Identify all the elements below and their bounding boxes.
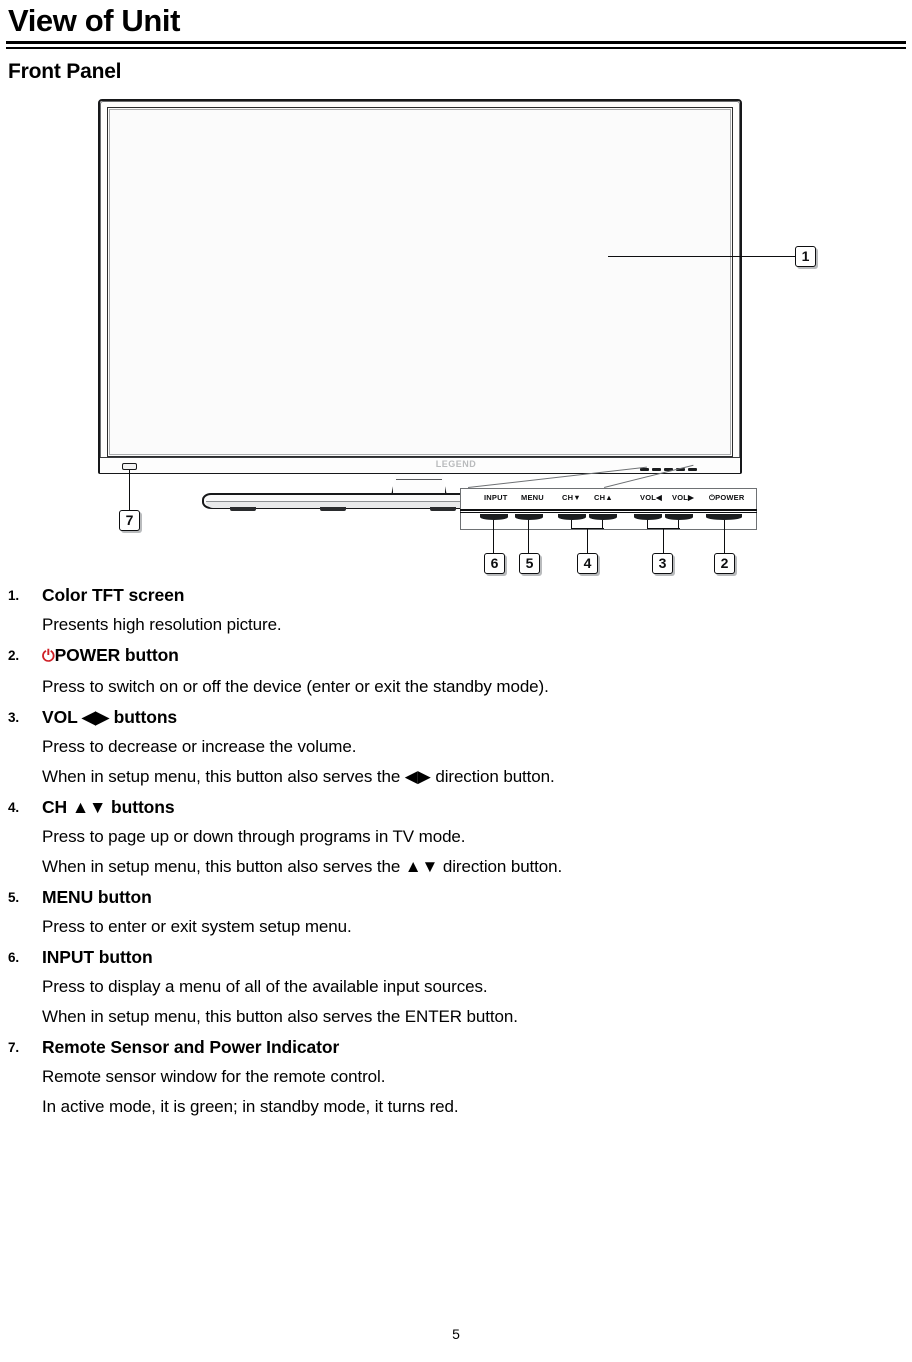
tv-stand-foot-left [230, 507, 256, 511]
control-panel-rule-thin [460, 512, 757, 513]
power-icon: ⏻ [42, 648, 55, 665]
list-item-3-heading: 3. VOL ◀▶ buttons [0, 702, 912, 732]
callout-3-leader-stem [663, 528, 665, 554]
callout-3: 3 [652, 553, 673, 574]
front-panel-figure: LEGEND 1 7 [0, 95, 912, 580]
callout-6-leader [493, 520, 495, 554]
callout-4-leader-stem [587, 528, 589, 554]
tv-stand-foot-midright [430, 507, 456, 511]
list-item-5-title: MENU button [42, 887, 152, 907]
list-item-2: 2. ⏻POWER button Press to switch on or o… [0, 640, 912, 702]
list-item-1-line-1: Presents high resolution picture. [42, 615, 282, 634]
page-title: View of Unit [8, 3, 181, 38]
panel-label-vol-up: VOL▶ [672, 493, 694, 502]
list-item-3-title: VOL ◀▶ buttons [42, 707, 178, 727]
list-item-4-heading: 4. CH ▲▼ buttons [0, 792, 912, 822]
list-item-6-heading: 6. INPUT button [0, 942, 912, 972]
list-item-1-title: Color TFT screen [42, 585, 185, 605]
list-item-3-line-1: Press to decrease or increase the volume… [42, 737, 357, 756]
list-item-7-line-1: Remote sensor window for the remote cont… [42, 1067, 386, 1086]
list-item-7-title: Remote Sensor and Power Indicator [42, 1037, 340, 1057]
remote-sensor-window [122, 463, 137, 470]
list-item-5-heading: 5. MENU button [0, 882, 912, 912]
callout-7-leader [129, 470, 131, 512]
callout-1-leader [608, 256, 802, 258]
tv-screen [107, 107, 733, 457]
callout-4: 4 [577, 553, 598, 574]
callout-1: 1 [795, 246, 816, 267]
list-item-4-line-2: When in setup menu, this button also ser… [42, 857, 563, 876]
list-item-3-number: 3. [8, 710, 20, 725]
panel-label-ch-down: CH▼ [562, 493, 581, 502]
title-underline-top [6, 41, 906, 44]
list-item-6: 6. INPUT button Press to display a menu … [0, 942, 912, 1032]
list-item-7-heading: 7. Remote Sensor and Power Indicator [0, 1032, 912, 1062]
callout-6: 6 [484, 553, 505, 574]
list-item-2-heading: 2. ⏻POWER button [0, 640, 912, 672]
list-item-6-title: INPUT button [42, 947, 153, 967]
list-item-5-line-1: Press to enter or exit system setup menu… [42, 917, 352, 936]
tv-stand-foot-midleft [320, 507, 346, 511]
bezel-button-power [688, 468, 697, 471]
panel-label-menu: MENU [521, 493, 544, 502]
panel-label-vol-down: VOL◀ [640, 493, 662, 502]
list-item-4-title: CH ▲▼ buttons [42, 797, 175, 817]
callout-2: 2 [714, 553, 735, 574]
list-item-4-line-1: Press to page up or down through program… [42, 827, 466, 846]
callout-5-leader [528, 520, 530, 554]
feature-list: 1. Color TFT screen Presents high resolu… [0, 580, 912, 1122]
list-item-4-number: 4. [8, 800, 20, 815]
list-item-3: 3. VOL ◀▶ buttons Press to decrease or i… [0, 702, 912, 792]
bezel-button-menu [652, 468, 661, 471]
panel-label-input: INPUT [484, 493, 508, 502]
list-item-6-number: 6. [8, 950, 20, 965]
list-item-1-number: 1. [8, 588, 20, 603]
list-item-1-heading: 1. Color TFT screen [0, 580, 912, 610]
title-underline-bottom [6, 47, 906, 49]
list-item-5: 5. MENU button Press to enter or exit sy… [0, 882, 912, 942]
list-item-3-line-2: When in setup menu, this button also ser… [42, 767, 555, 786]
list-item-5-number: 5. [8, 890, 20, 905]
list-item-6-line-2: When in setup menu, this button also ser… [42, 1007, 518, 1026]
section-title: Front Panel [8, 60, 122, 83]
control-panel-rule-thick [460, 509, 757, 511]
page-number: 5 [452, 1326, 460, 1342]
callout-2-leader [724, 520, 726, 554]
callout-5: 5 [519, 553, 540, 574]
list-item-2-number: 2. [8, 648, 20, 663]
callout-7: 7 [119, 510, 140, 531]
list-item-6-line-1: Press to display a menu of all of the av… [42, 977, 488, 996]
list-item-7-line-2: In active mode, it is green; in standby … [42, 1097, 459, 1116]
panel-label-ch-up: CH▲ [594, 493, 613, 502]
bezel-button-input [640, 468, 649, 471]
list-item-2-title: POWER button [54, 645, 179, 665]
list-item-4: 4. CH ▲▼ buttons Press to page up or dow… [0, 792, 912, 882]
list-item-7-number: 7. [8, 1040, 20, 1055]
list-item-2-line-1: Press to switch on or off the device (en… [42, 677, 549, 696]
list-item-7: 7. Remote Sensor and Power Indicator Rem… [0, 1032, 912, 1122]
panel-label-power: ⏻POWER [709, 493, 745, 502]
tv-stand-neck-line [396, 479, 442, 480]
list-item-1: 1. Color TFT screen Presents high resolu… [0, 580, 912, 640]
